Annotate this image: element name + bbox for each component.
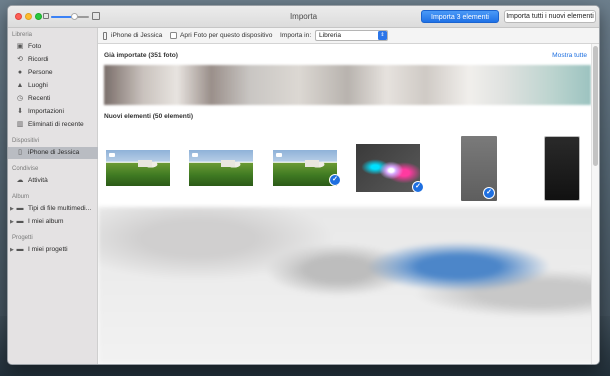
thumbnail-detail	[221, 160, 235, 167]
sidebar-section-shared: Condivise	[12, 166, 39, 172]
sidebar-item-memories[interactable]: ⟲ Ricordi	[8, 54, 98, 66]
trash-icon: ▥	[16, 121, 24, 128]
import-in-label: Importa in:	[280, 32, 312, 39]
sidebar-item-people[interactable]: ● Persone	[8, 67, 98, 79]
sidebar-item-label: Foto	[28, 43, 42, 50]
sidebar-item-label: I miei album	[28, 218, 64, 225]
selected-checkmark-icon[interactable]: ✓	[483, 187, 495, 199]
import-all-new-button[interactable]: Importa tutti i nuovi elementi	[504, 10, 596, 23]
video-camera-icon	[276, 153, 282, 157]
scrollbar-thumb[interactable]	[593, 46, 598, 166]
folder-icon: ▬	[16, 246, 24, 253]
video-camera-icon	[109, 153, 115, 157]
video-camera-icon	[192, 153, 198, 157]
sidebar-item-media-types[interactable]: ▶ ▬ Tipi di file multimedi...	[8, 203, 98, 215]
import-selected-button[interactable]: Importa 3 elementi	[421, 10, 499, 23]
show-all-link[interactable]: Mostra tutte	[552, 52, 587, 59]
import-toolbar: iPhone di Jessica Apri Foto per questo d…	[98, 28, 599, 44]
imports-icon: ⬇	[17, 108, 23, 115]
new-items-title: Nuovi elementi (50 elementi)	[104, 113, 194, 120]
sidebar-section-projects: Progetti	[12, 235, 33, 241]
thumbnail-video-selected[interactable]	[273, 150, 337, 186]
sidebar-item-label: iPhone di Jessica	[28, 149, 80, 156]
sidebar-item-recently-deleted[interactable]: ▥ Eliminati di recente	[8, 119, 98, 131]
thumbnail-video[interactable]	[189, 150, 253, 186]
sidebar-section-devices: Dispositivi	[12, 138, 40, 144]
sidebar-item-label: Importazioni	[28, 108, 64, 115]
already-imported-title: Già importate (351 foto)	[104, 52, 179, 59]
people-icon: ●	[17, 69, 23, 76]
scrollbar[interactable]	[591, 44, 599, 364]
sidebar-item-label: Tipi di file multimedi...	[28, 205, 92, 212]
folder-icon: ▬	[16, 205, 24, 212]
sidebar-item-label: Attività	[28, 177, 48, 184]
sidebar-item-iphone[interactable]: ▯ iPhone di Jessica	[8, 147, 98, 159]
selected-checkmark-icon[interactable]: ✓	[412, 181, 424, 193]
sidebar-item-my-albums[interactable]: ▶ ▬ I miei album	[8, 216, 98, 228]
open-photos-label[interactable]: Apri Foto per questo dispositivo	[180, 32, 272, 39]
sidebar-section-album: Album	[12, 194, 30, 200]
sidebar-item-photos[interactable]: ▣ Foto	[8, 41, 98, 53]
sidebar-item-my-projects[interactable]: ▶ ▬ I miei progetti	[8, 244, 98, 256]
import-destination-value: Libreria	[319, 32, 341, 39]
sidebar-item-label: Persone	[28, 69, 53, 76]
sidebar-item-label: Luoghi	[28, 82, 48, 89]
thumbnail-photo[interactable]	[544, 136, 580, 201]
photos-icon: ▣	[16, 43, 24, 50]
sidebar-item-label: Recenti	[28, 95, 51, 102]
already-imported-strip[interactable]	[104, 65, 591, 105]
iphone-icon	[103, 32, 107, 40]
sidebar-section-library: Libreria	[12, 32, 33, 38]
places-icon: ▲	[16, 82, 24, 89]
open-photos-checkbox[interactable]	[170, 32, 177, 39]
folder-icon: ▬	[16, 218, 24, 225]
sidebar-item-places[interactable]: ▲ Luoghi	[8, 80, 98, 92]
iphone-icon: ▯	[18, 149, 22, 156]
thumbnail-detail	[138, 160, 152, 167]
disclosure-triangle-icon[interactable]: ▶	[10, 203, 14, 215]
thumbnail-photo-selected[interactable]	[356, 144, 420, 192]
import-content: Già importate (351 foto) Mostra tutte Nu…	[98, 44, 599, 364]
cloud-icon: ☁	[16, 177, 24, 184]
chevron-updown-icon: ⇕	[378, 31, 387, 40]
sidebar-item-label: I miei progetti	[28, 246, 68, 253]
thumbnail-detail	[305, 160, 319, 167]
title-bar: Importa Importa 3 elementi Importa tutti…	[8, 6, 599, 28]
thumbnail-video[interactable]	[106, 150, 170, 186]
selected-checkmark-icon[interactable]: ✓	[329, 174, 341, 186]
sidebar: Libreria ▣ Foto ⟲ Ricordi ● Persone ▲ Lu…	[8, 28, 98, 364]
import-window: Importa Importa 3 elementi Importa tutti…	[7, 5, 600, 365]
sidebar-item-recents[interactable]: ◷ Recenti	[8, 93, 98, 105]
disclosure-triangle-icon[interactable]: ▶	[10, 244, 14, 256]
disclosure-triangle-icon[interactable]: ▶	[10, 216, 14, 228]
sidebar-item-activity[interactable]: ☁ Attività	[8, 175, 98, 187]
sidebar-item-label: Eliminati di recente	[28, 121, 84, 128]
recents-icon: ◷	[16, 95, 24, 102]
import-destination-select[interactable]: Libreria ⇕	[315, 30, 388, 41]
sidebar-item-imports[interactable]: ⬇ Importazioni	[8, 106, 98, 118]
blurred-thumbnails	[98, 207, 599, 364]
sidebar-item-label: Ricordi	[28, 56, 49, 63]
device-name: iPhone di Jessica	[111, 32, 163, 39]
memories-icon: ⟲	[17, 56, 23, 63]
